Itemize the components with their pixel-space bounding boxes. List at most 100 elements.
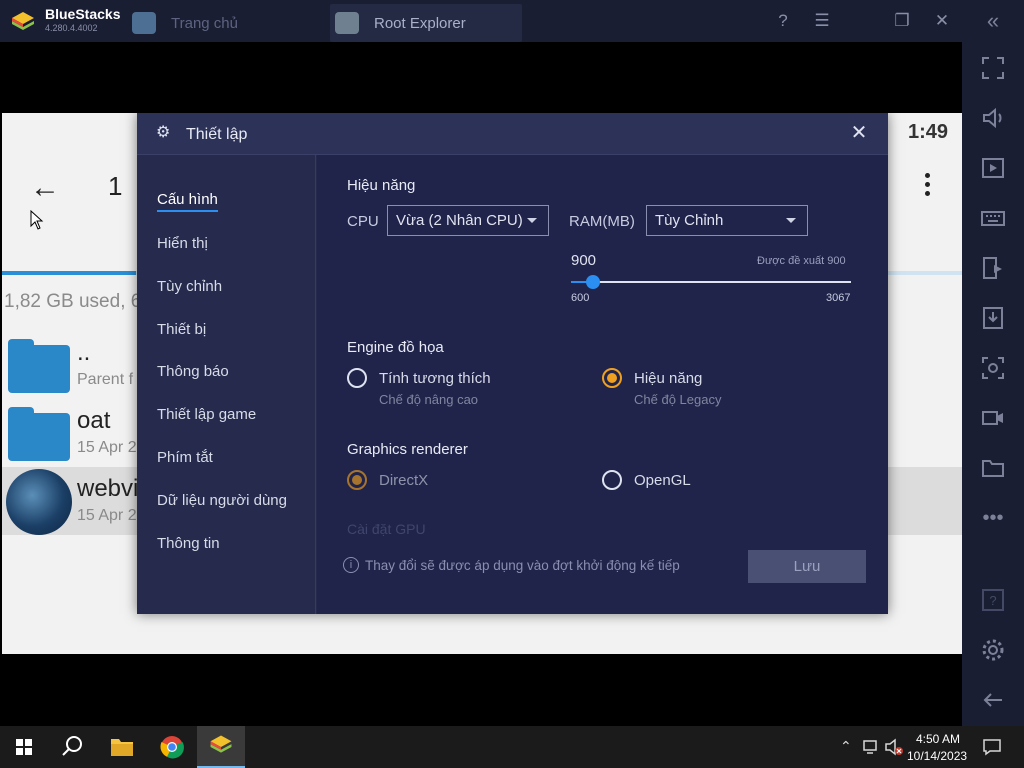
list-item-name: oat xyxy=(77,407,111,434)
bluestacks-logo-icon xyxy=(12,12,34,30)
help-box-icon[interactable]: ? xyxy=(980,587,1006,613)
nav-notifications[interactable]: Thông báo xyxy=(157,363,229,380)
screenshot-icon[interactable] xyxy=(980,355,1006,381)
settings-icon[interactable] xyxy=(980,637,1006,663)
android-back-icon[interactable]: ← xyxy=(30,171,60,205)
video-play-icon[interactable] xyxy=(980,155,1006,181)
nav-display[interactable]: Hiển thị xyxy=(157,235,208,252)
tab-home-label: Trang chủ xyxy=(171,15,238,32)
chevron-down-icon xyxy=(786,218,796,223)
bluestacks-icon[interactable] xyxy=(197,726,245,768)
settings-nav: Cấu hình Hiển thị Tùy chỉnh Thiết bị Thô… xyxy=(137,155,316,614)
ram-slider-min: 600 xyxy=(571,292,590,304)
ram-select[interactable]: Tùy Chỉnh xyxy=(646,205,808,236)
tab-home[interactable]: Trang chủ xyxy=(127,4,325,42)
install-icon[interactable] xyxy=(980,305,1006,331)
restart-info-text: Thay đổi sẽ được áp dụng vào đợt khởi độ… xyxy=(365,558,680,573)
cpu-select-value: Vừa (2 Nhân CPU) xyxy=(396,212,523,229)
list-item-sub: 15 Apr 2 xyxy=(77,439,137,456)
help-icon[interactable]: ? xyxy=(772,10,794,32)
engine-performance-sub: Chế độ Legacy xyxy=(634,392,722,407)
titlebar: BlueStacks 4.280.4.4002 Trang chủ Root E… xyxy=(0,0,962,42)
close-icon[interactable]: ✕ xyxy=(931,10,953,32)
screen: BlueStacks 4.280.4.4002 Trang chủ Root E… xyxy=(0,0,1024,768)
engine-performance-label[interactable]: Hiệu năng xyxy=(634,370,702,387)
dialog-header: ⚙ Thiết lập ✕ xyxy=(137,113,888,155)
folder-icon[interactable] xyxy=(980,455,1006,481)
globe-icon xyxy=(6,469,72,535)
ram-slider-max: 3067 xyxy=(826,292,851,304)
notification-icon[interactable] xyxy=(982,738,1002,756)
renderer-directx-label[interactable]: DirectX xyxy=(379,472,428,489)
fullscreen-icon[interactable] xyxy=(980,55,1006,81)
svg-text:?: ? xyxy=(989,593,996,608)
engine-compat-sub: Chế độ nâng cao xyxy=(379,392,479,407)
android-clock: 1:49 xyxy=(908,121,949,143)
gear-icon: ⚙ xyxy=(156,124,171,141)
install-apk-icon[interactable] xyxy=(980,255,1006,281)
nav-config[interactable]: Cấu hình xyxy=(157,191,218,212)
tab-root-explorer[interactable]: Root Explorer xyxy=(330,4,522,42)
engine-title: Engine đồ họa xyxy=(347,339,444,356)
chevron-down-icon xyxy=(527,218,537,223)
nav-info[interactable]: Thông tin xyxy=(157,535,220,552)
list-item-sub: Parent f xyxy=(77,371,134,388)
cpu-select[interactable]: Vừa (2 Nhân CPU) xyxy=(387,205,549,236)
restore-icon[interactable]: ❐ xyxy=(891,10,913,32)
taskbar-date[interactable]: 10/14/2023 xyxy=(907,749,967,763)
performance-title: Hiệu năng xyxy=(347,177,416,194)
file-explorer-icon[interactable] xyxy=(98,726,146,768)
nav-game-settings[interactable]: Thiết lập game xyxy=(157,406,256,423)
renderer-opengl-label[interactable]: OpenGL xyxy=(634,472,691,489)
record-icon[interactable] xyxy=(980,405,1006,431)
folder-icon xyxy=(8,339,70,393)
list-item-sub: 15 Apr 2 xyxy=(77,507,137,524)
ram-slider-track[interactable] xyxy=(571,281,851,283)
engine-performance-radio[interactable] xyxy=(602,368,622,388)
engine-compat-label[interactable]: Tính tương thích xyxy=(379,370,491,387)
info-icon: i xyxy=(343,557,359,573)
android-title: 1 xyxy=(108,171,123,201)
close-icon[interactable]: ✕ xyxy=(849,123,869,143)
back-icon[interactable] xyxy=(980,687,1006,713)
volume-icon[interactable] xyxy=(980,105,1006,131)
windows-start-icon[interactable] xyxy=(0,726,48,768)
taskbar-time[interactable]: 4:50 AM xyxy=(916,732,960,746)
keyboard-icon[interactable] xyxy=(980,205,1006,231)
ram-slider-thumb[interactable] xyxy=(586,275,601,289)
nav-user-data[interactable]: Dữ liệu người dùng xyxy=(157,492,287,509)
right-sidebar: « ••• ? xyxy=(962,0,1024,726)
tab-root-explorer-label: Root Explorer xyxy=(374,15,466,32)
app-name: BlueStacks xyxy=(45,6,121,22)
network-icon[interactable] xyxy=(862,739,880,755)
renderer-title: Graphics renderer xyxy=(347,441,468,458)
collapse-sidebar-icon[interactable]: « xyxy=(980,8,1006,34)
ram-select-value: Tùy Chỉnh xyxy=(655,212,724,229)
menu-icon[interactable]: ☰ xyxy=(811,10,833,32)
chrome-icon[interactable] xyxy=(148,726,196,768)
taskbar: ⌃ 4:50 AM 10/14/2023 xyxy=(0,726,1024,768)
engine-compat-radio[interactable] xyxy=(347,368,367,388)
search-icon[interactable] xyxy=(48,726,96,768)
android-more-icon[interactable] xyxy=(922,173,932,199)
cpu-label: CPU xyxy=(347,213,379,230)
ram-label: RAM(MB) xyxy=(569,213,635,230)
mouse-cursor-icon xyxy=(30,210,44,230)
list-item-name: .. xyxy=(77,339,91,366)
settings-dialog: ⚙ Thiết lập ✕ Cấu hình Hiển thị Tùy chỉn… xyxy=(137,113,888,614)
storage-text: 1,82 GB used, 6 xyxy=(4,291,142,312)
more-icon[interactable]: ••• xyxy=(980,505,1006,531)
home-app-icon xyxy=(132,12,156,34)
settings-content: Hiệu năng CPU Vừa (2 Nhân CPU) RAM(MB) T… xyxy=(317,155,888,614)
gpu-settings-faded: Cài đặt GPU xyxy=(347,521,426,537)
nav-customize[interactable]: Tùy chỉnh xyxy=(157,278,222,295)
app-version: 4.280.4.4002 xyxy=(45,23,98,33)
renderer-directx-radio[interactable] xyxy=(347,470,367,490)
chevron-up-icon[interactable]: ⌃ xyxy=(840,738,852,755)
nav-shortcuts[interactable]: Phím tắt xyxy=(157,449,213,466)
nav-device[interactable]: Thiết bị xyxy=(157,321,206,338)
renderer-opengl-radio[interactable] xyxy=(602,470,622,490)
ram-slider-value: 900 xyxy=(571,252,597,269)
volume-muted-icon[interactable] xyxy=(884,738,904,756)
save-button[interactable]: Lưu xyxy=(748,550,866,583)
